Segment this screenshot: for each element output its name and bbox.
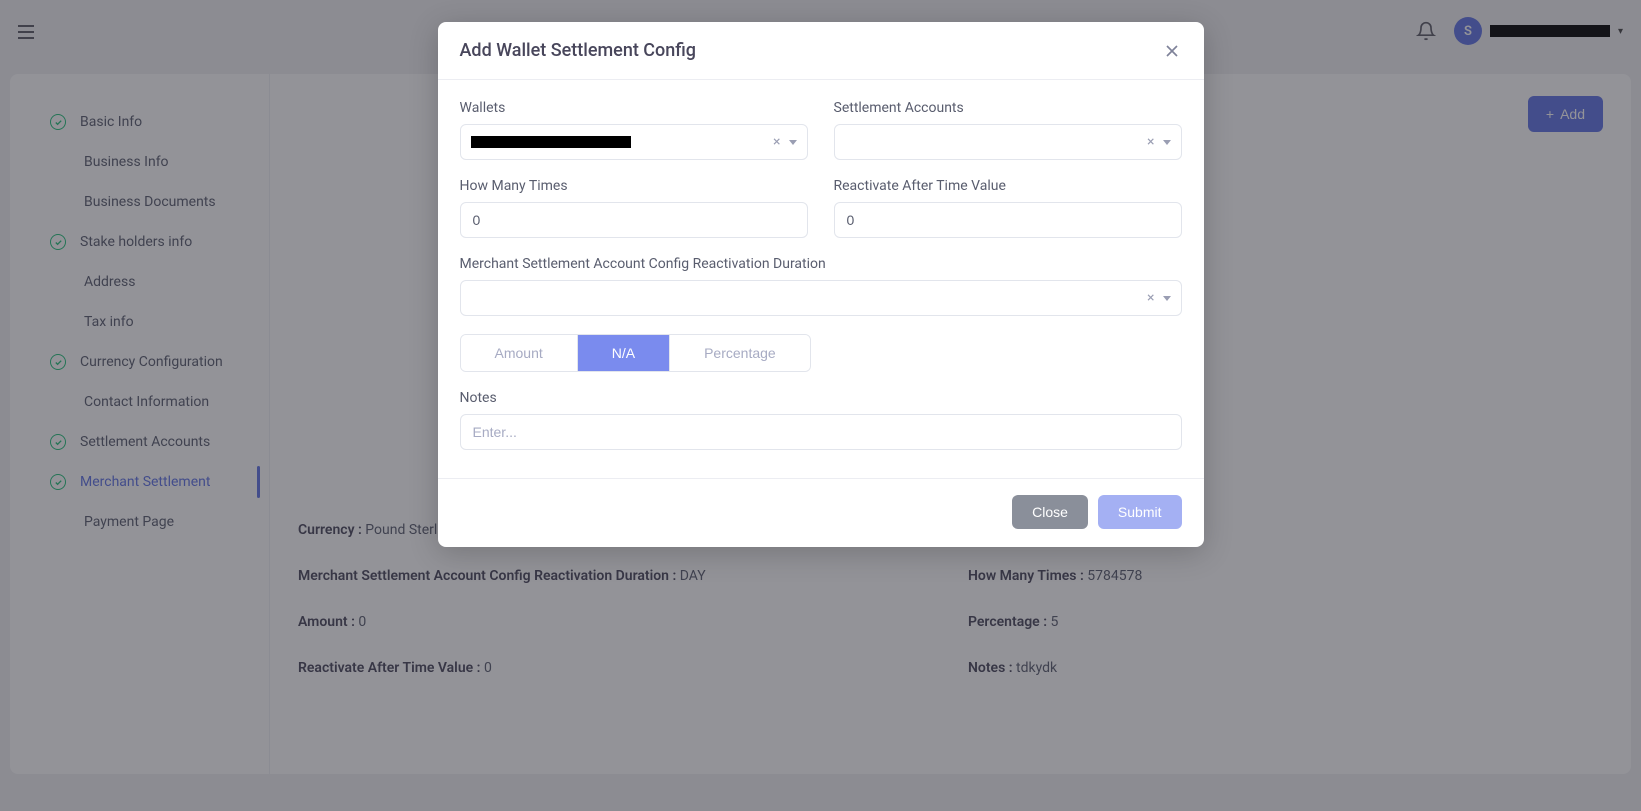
clear-icon[interactable]: × [1147, 290, 1154, 306]
close-button[interactable]: Close [1012, 495, 1088, 529]
duration-label: Merchant Settlement Account Config React… [460, 256, 1182, 272]
modal-header: Add Wallet Settlement Config [438, 22, 1204, 80]
wallets-label: Wallets [460, 100, 808, 116]
reactivate-after-label: Reactivate After Time Value [834, 178, 1182, 194]
type-segmented-control: Amount N/A Percentage [460, 334, 811, 372]
reactivate-after-input[interactable] [834, 202, 1182, 238]
modal-title: Add Wallet Settlement Config [460, 40, 697, 61]
caret-down-icon[interactable] [1163, 296, 1171, 301]
how-many-times-label: How Many Times [460, 178, 808, 194]
close-icon[interactable] [1162, 41, 1182, 61]
caret-down-icon[interactable] [789, 140, 797, 145]
notes-label: Notes [460, 390, 1182, 406]
duration-select[interactable]: × [460, 280, 1182, 316]
clear-icon[interactable]: × [773, 134, 780, 150]
settlement-accounts-label: Settlement Accounts [834, 100, 1182, 116]
wallets-selected-redacted [471, 136, 631, 148]
wallets-select[interactable]: × [460, 124, 808, 160]
segment-na[interactable]: N/A [577, 335, 669, 371]
modal-footer: Close Submit [438, 478, 1204, 547]
add-wallet-settlement-modal: Add Wallet Settlement Config Wallets × [438, 22, 1204, 547]
segment-amount[interactable]: Amount [461, 335, 577, 371]
caret-down-icon[interactable] [1163, 140, 1171, 145]
how-many-times-input[interactable] [460, 202, 808, 238]
segment-percentage[interactable]: Percentage [669, 335, 810, 371]
notes-input[interactable] [460, 414, 1182, 450]
settlement-accounts-select[interactable]: × [834, 124, 1182, 160]
clear-icon[interactable]: × [1147, 134, 1154, 150]
modal-overlay[interactable]: Add Wallet Settlement Config Wallets × [0, 0, 1641, 811]
submit-button[interactable]: Submit [1098, 495, 1182, 529]
